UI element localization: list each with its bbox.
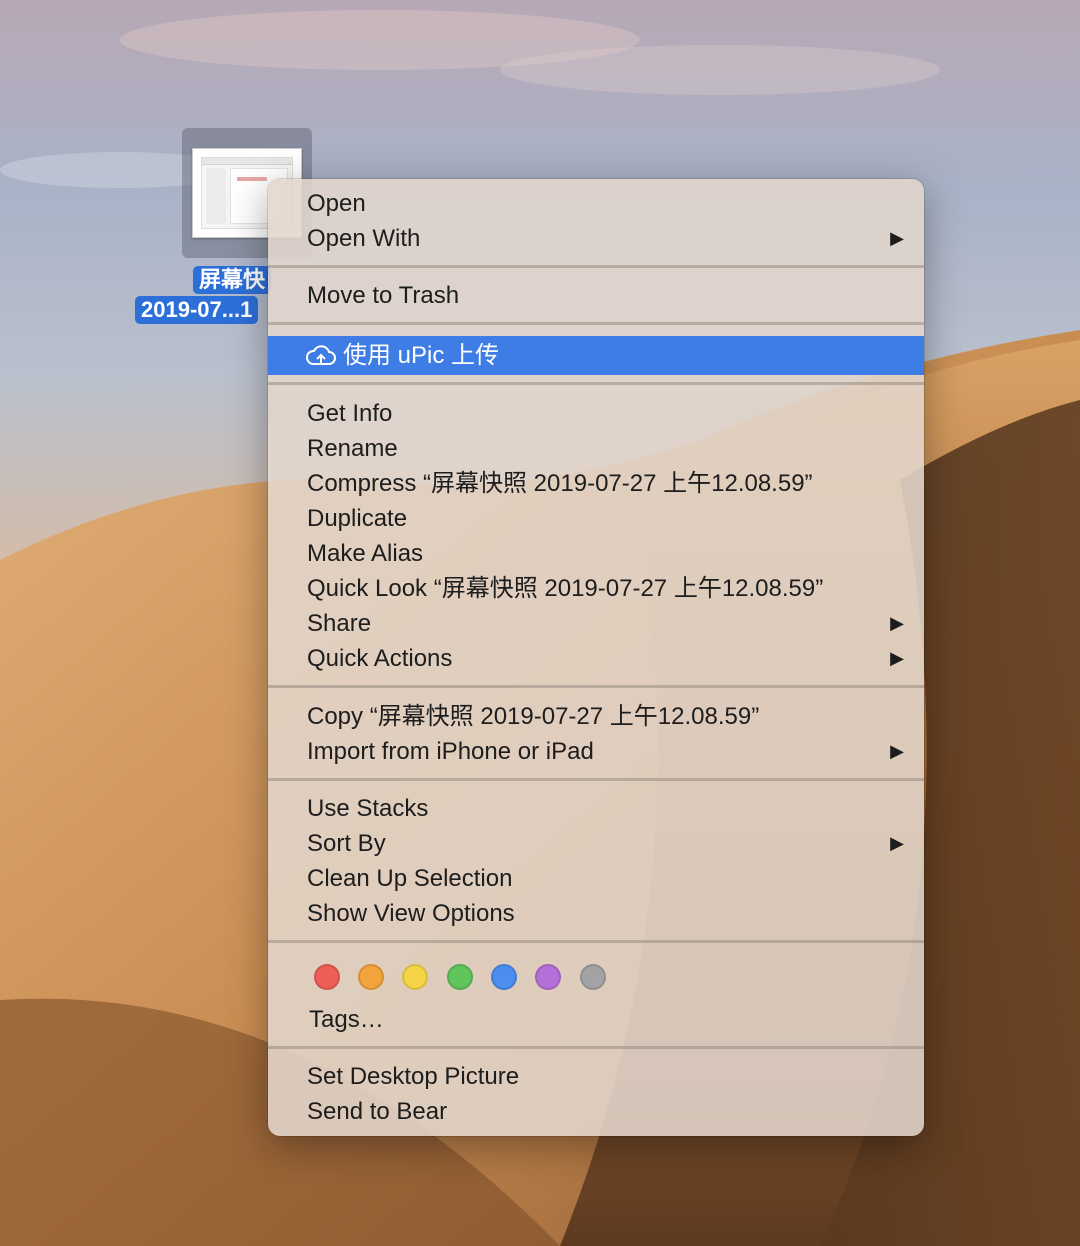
context-menu: Open Open With ▶ Move to Trash 使用 uPic 上… [268, 179, 924, 1136]
tag-blue-dot[interactable] [491, 964, 517, 990]
menu-separator [268, 778, 924, 781]
menu-item-import-from-iphone[interactable]: Import from iPhone or iPad ▶ [268, 734, 924, 769]
tag-orange-dot[interactable] [358, 964, 384, 990]
menu-item-move-to-trash[interactable]: Move to Trash [268, 278, 924, 313]
desktop-file-name-line1[interactable]: 屏幕快 [193, 266, 272, 294]
menu-separator [268, 685, 924, 688]
menu-item-copy[interactable]: Copy “屏幕快照 2019-07-27 上午12.08.59” [268, 699, 924, 734]
menu-item-compress[interactable]: Compress “屏幕快照 2019-07-27 上午12.08.59” [268, 466, 924, 501]
menu-item-quick-actions[interactable]: Quick Actions ▶ [268, 641, 924, 676]
tag-green-dot[interactable] [447, 964, 473, 990]
menu-item-upic-upload[interactable]: 使用 uPic 上传 [268, 336, 924, 375]
menu-item-set-desktop-picture[interactable]: Set Desktop Picture [268, 1059, 924, 1094]
tag-red-dot[interactable] [314, 964, 340, 990]
desktop-file-name-line2[interactable]: 2019-07...1 [135, 296, 259, 324]
menu-item-rename[interactable]: Rename [268, 431, 924, 466]
menu-separator [268, 322, 924, 325]
menu-separator [268, 382, 924, 385]
menu-item-open[interactable]: Open [268, 186, 924, 221]
cloud-upload-icon [305, 342, 337, 381]
menu-separator [268, 265, 924, 268]
submenu-arrow-icon: ▶ [890, 741, 904, 761]
submenu-arrow-icon: ▶ [890, 228, 904, 248]
menu-separator [268, 940, 924, 943]
menu-item-duplicate[interactable]: Duplicate [268, 501, 924, 536]
menu-item-get-info[interactable]: Get Info [268, 396, 924, 431]
menu-item-show-view-options[interactable]: Show View Options [268, 896, 924, 931]
menu-item-make-alias[interactable]: Make Alias [268, 536, 924, 571]
submenu-arrow-icon: ▶ [890, 833, 904, 853]
submenu-arrow-icon: ▶ [890, 613, 904, 633]
menu-item-sort-by[interactable]: Sort By ▶ [268, 826, 924, 861]
menu-item-use-stacks[interactable]: Use Stacks [268, 791, 924, 826]
menu-item-clean-up-selection[interactable]: Clean Up Selection [268, 861, 924, 896]
tag-yellow-dot[interactable] [402, 964, 428, 990]
submenu-arrow-icon: ▶ [890, 648, 904, 668]
menu-separator [268, 1046, 924, 1049]
menu-item-share[interactable]: Share ▶ [268, 606, 924, 641]
menu-item-send-to-bear[interactable]: Send to Bear [268, 1094, 924, 1129]
tag-purple-dot[interactable] [535, 964, 561, 990]
menu-item-open-with[interactable]: Open With ▶ [268, 221, 924, 256]
menu-item-tags[interactable]: Tags… [268, 1002, 924, 1037]
menu-item-quick-look[interactable]: Quick Look “屏幕快照 2019-07-27 上午12.08.59” [268, 571, 924, 606]
tag-gray-dot[interactable] [580, 964, 606, 990]
